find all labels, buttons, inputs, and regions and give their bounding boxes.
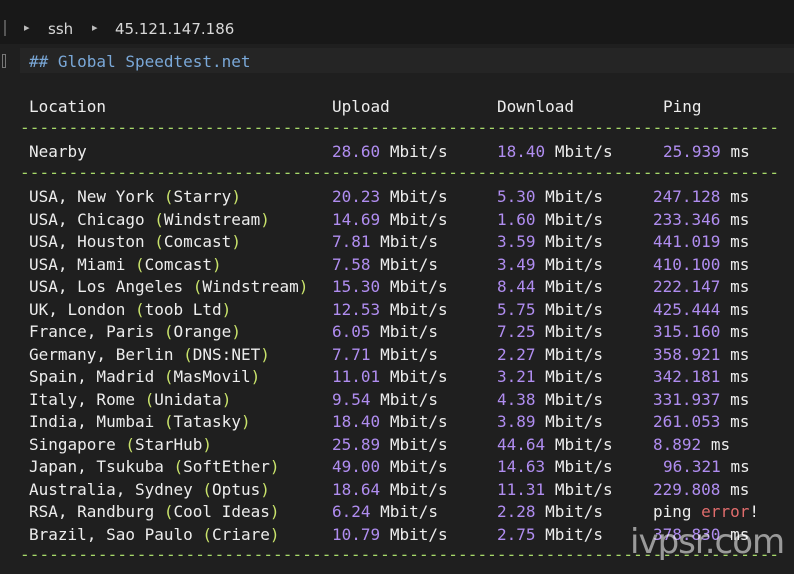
chevron-right-icon: ▸ xyxy=(24,21,30,34)
column-location: Location xyxy=(29,97,107,116)
nearby-download: 18.40 Mbit/s xyxy=(497,142,613,161)
row-upload: 18.40 Mbit/s xyxy=(332,412,448,431)
row-upload: 9.54 Mbit/s xyxy=(332,390,438,409)
row-upload: 25.89 Mbit/s xyxy=(332,435,448,454)
row-upload: 6.24 Mbit/s xyxy=(332,502,438,521)
row-upload: 18.64 Mbit/s xyxy=(332,480,448,499)
row-download: 2.75 Mbit/s xyxy=(497,525,603,544)
row-upload: 11.01 Mbit/s xyxy=(332,367,448,386)
row-location: Australia, Sydney (Optus) xyxy=(29,480,270,499)
row-upload: 6.05 Mbit/s xyxy=(332,322,438,341)
row-download: 2.27 Mbit/s xyxy=(497,345,603,364)
row-location: USA, Houston (Comcast) xyxy=(29,232,241,251)
row-upload: 7.81 Mbit/s xyxy=(332,232,438,251)
chevron-right-icon: ▸ xyxy=(92,21,98,34)
row-ping: 233.346 ms xyxy=(653,210,750,229)
row-upload: 12.53 Mbit/s xyxy=(332,300,448,319)
nearby-label: Nearby xyxy=(29,142,87,161)
row-upload: 7.71 Mbit/s xyxy=(332,345,438,364)
row-ping: 247.128 ms xyxy=(653,187,750,206)
row-download: 14.63 Mbit/s xyxy=(497,457,613,476)
row-download: 2.28 Mbit/s xyxy=(497,502,603,521)
row-location: Spain, Madrid (MasMovil) xyxy=(29,367,261,386)
row-download: 7.25 Mbit/s xyxy=(497,322,603,341)
row-download: 3.49 Mbit/s xyxy=(497,255,603,274)
watermark: ivpsr.com xyxy=(630,522,785,562)
row-upload: 10.79 Mbit/s xyxy=(332,525,448,544)
row-location: Japan, Tsukuba (SoftEther) xyxy=(29,457,280,476)
row-location: Singapore (StarHub) xyxy=(29,435,213,454)
gutter xyxy=(0,44,20,574)
nearby-ping: 25.939 ms xyxy=(663,142,750,161)
row-upload: 7.58 Mbit/s xyxy=(332,255,438,274)
row-location: RSA, Randburg (Cool Ideas) xyxy=(29,502,280,521)
row-location: USA, New York (Starry) xyxy=(29,187,241,206)
panel-edge-marker xyxy=(4,20,6,36)
row-upload: 14.69 Mbit/s xyxy=(332,210,448,229)
row-ping: 358.921 ms xyxy=(653,345,750,364)
row-ping: 342.181 ms xyxy=(653,367,750,386)
row-location: France, Paris (Orange) xyxy=(29,322,241,341)
row-location: USA, Miami (Comcast) xyxy=(29,255,222,274)
row-download: 5.30 Mbit/s xyxy=(497,187,603,206)
line-marker-icon xyxy=(2,54,6,68)
row-location: USA, Chicago (Windstream) xyxy=(29,210,270,229)
row-location: USA, Los Angeles (Windstream) xyxy=(29,277,309,296)
row-download: 4.38 Mbit/s xyxy=(497,390,603,409)
breadcrumb-ssh[interactable]: ssh xyxy=(48,20,73,38)
row-ping: 222.147 ms xyxy=(653,277,750,296)
row-ping: 8.892 ms xyxy=(653,435,731,454)
row-download: 3.21 Mbit/s xyxy=(497,367,603,386)
row-location: Germany, Berlin (DNS:NET) xyxy=(29,345,270,364)
row-ping: 410.100 ms xyxy=(653,255,750,274)
row-ping: 96.321 ms xyxy=(663,457,750,476)
divider-line: ----------------------------------------… xyxy=(20,118,780,137)
row-download: 1.60 Mbit/s xyxy=(497,210,603,229)
terminal-title-bar: ▸ ssh ▸ 45.121.147.186 xyxy=(0,0,794,44)
row-location: India, Mumbai (Tatasky) xyxy=(29,412,251,431)
row-location: UK, London (toob Ltd) xyxy=(29,300,232,319)
row-upload: 20.23 Mbit/s xyxy=(332,187,448,206)
row-upload: 15.30 Mbit/s xyxy=(332,277,448,296)
row-location: Italy, Rome (Unidata) xyxy=(29,390,232,409)
row-ping: ping error! xyxy=(653,502,759,521)
column-ping: Ping xyxy=(663,97,702,116)
column-upload: Upload xyxy=(332,97,390,116)
row-download: 3.59 Mbit/s xyxy=(497,232,603,251)
divider-line: ----------------------------------------… xyxy=(20,163,780,182)
column-download: Download xyxy=(497,97,575,116)
row-upload: 49.00 Mbit/s xyxy=(332,457,448,476)
row-location: Brazil, Sao Paulo (Criare) xyxy=(29,525,280,544)
breadcrumb-host[interactable]: 45.121.147.186 xyxy=(115,20,234,38)
section-heading: ## Global Speedtest.net xyxy=(29,52,251,71)
row-download: 11.31 Mbit/s xyxy=(497,480,613,499)
row-ping: 331.937 ms xyxy=(653,390,750,409)
row-ping: 261.053 ms xyxy=(653,412,750,431)
nearby-upload: 28.60 Mbit/s xyxy=(332,142,448,161)
row-download: 8.44 Mbit/s xyxy=(497,277,603,296)
row-download: 3.89 Mbit/s xyxy=(497,412,603,431)
row-ping: 315.160 ms xyxy=(653,322,750,341)
row-ping: 229.808 ms xyxy=(653,480,750,499)
row-download: 5.75 Mbit/s xyxy=(497,300,603,319)
row-download: 44.64 Mbit/s xyxy=(497,435,613,454)
row-ping: 425.444 ms xyxy=(653,300,750,319)
row-ping: 441.019 ms xyxy=(653,232,750,251)
